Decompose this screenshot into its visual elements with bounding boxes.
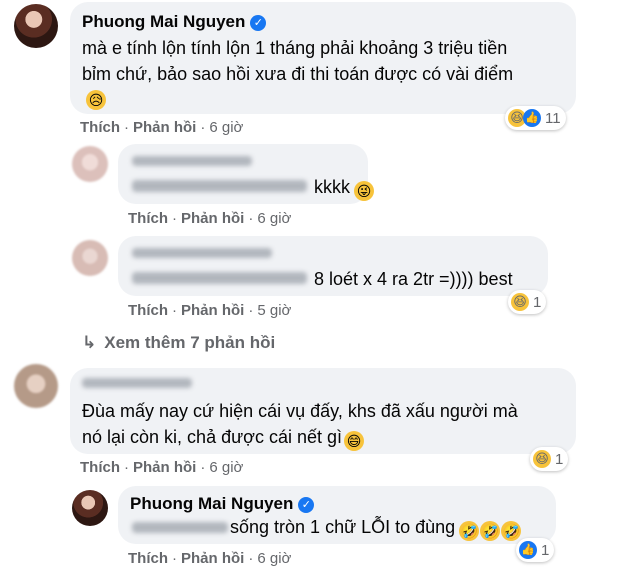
reaction-summary[interactable]: 😆 1 bbox=[508, 290, 547, 314]
comment-actions: Thích · Phản hồi · 6 giờ bbox=[80, 119, 244, 136]
comment-text-content: kkkk bbox=[314, 177, 350, 197]
rofl-emoji-icon: 🤣 bbox=[459, 521, 480, 541]
avatar[interactable] bbox=[14, 4, 58, 48]
comment-actions: Thích · Phản hồi · 6 giờ bbox=[128, 550, 292, 567]
like-action[interactable]: Thích bbox=[128, 550, 168, 567]
reply-action[interactable]: Phản hồi bbox=[181, 550, 244, 567]
rofl-emoji-icon: 🤣 bbox=[480, 521, 501, 541]
blurred-mention bbox=[132, 272, 307, 284]
like-icon: 👍 bbox=[523, 109, 541, 127]
reaction-count: 11 bbox=[545, 109, 561, 127]
author-name[interactable]: Phuong Mai Nguyen bbox=[82, 12, 245, 31]
reaction-count: 1 bbox=[555, 450, 564, 468]
comment-text-content: nó lại còn ki, chả được cái nết gì bbox=[82, 427, 342, 447]
blurred-mention bbox=[132, 522, 228, 533]
comment-text-content: sống tròn 1 chữ LỖI to đùng bbox=[230, 517, 456, 537]
comment-author[interactable]: Phuong Mai Nguyen ✓ bbox=[82, 12, 267, 32]
comment-author[interactable]: Phuong Mai Nguyen ✓ bbox=[130, 494, 315, 514]
view-more-label[interactable]: Xem thêm 7 phản hồi bbox=[104, 333, 275, 352]
reaction-count: 1 bbox=[533, 293, 542, 311]
like-action[interactable]: Thích bbox=[128, 210, 168, 227]
timestamp[interactable]: 6 giờ bbox=[257, 550, 291, 567]
avatar[interactable] bbox=[72, 240, 108, 276]
author-name[interactable]: Phuong Mai Nguyen bbox=[130, 494, 293, 513]
comment-actions: Thích · Phản hồi · 6 giờ bbox=[80, 459, 244, 476]
reply-action[interactable]: Phản hồi bbox=[133, 119, 196, 136]
blurred-author-name bbox=[132, 248, 272, 258]
avatar[interactable] bbox=[72, 146, 108, 182]
reaction-summary[interactable]: 😆 👍 11 bbox=[505, 106, 566, 130]
comment-text-line: bỉm chứ, bảo sao hồi xưa đi thi toán đượ… bbox=[82, 64, 514, 84]
comment-text: kkkk 😜 bbox=[314, 175, 374, 201]
rofl-emoji-icon: 🤣 bbox=[501, 521, 522, 541]
verified-badge-icon: ✓ bbox=[298, 497, 315, 513]
comment-text: 8 loét x 4 ra 2tr =)))) best bbox=[314, 269, 513, 289]
like-action[interactable]: Thích bbox=[128, 302, 168, 319]
like-action[interactable]: Thích bbox=[80, 119, 120, 136]
haha-icon: 😆 bbox=[533, 450, 551, 468]
comment-actions: Thích · Phản hồi · 5 giờ bbox=[128, 302, 292, 319]
comment-text-line: nó lại còn ki, chả được cái nết gì 😄 bbox=[82, 425, 364, 451]
timestamp[interactable]: 5 giờ bbox=[257, 302, 291, 319]
avatar[interactable] bbox=[14, 364, 58, 408]
tongue-emoji-icon: 😜 bbox=[354, 181, 374, 201]
avatar[interactable] bbox=[72, 490, 108, 526]
blurred-author-name bbox=[132, 156, 252, 166]
comment-text: sống tròn 1 chữ LỖI to đùng 🤣 🤣 🤣 bbox=[230, 515, 522, 541]
sad-emoji-icon: 😥 bbox=[86, 90, 106, 110]
comment-actions: Thích · Phản hồi · 6 giờ bbox=[128, 210, 292, 227]
reaction-summary[interactable]: 👍 1 bbox=[516, 538, 555, 562]
blurred-mention bbox=[132, 180, 307, 192]
timestamp[interactable]: 6 giờ bbox=[257, 210, 291, 227]
timestamp[interactable]: 6 giờ bbox=[209, 119, 243, 136]
comment-text-line: Đùa mấy nay cứ hiện cái vụ đấy, khs đã x… bbox=[82, 401, 518, 421]
reply-arrow-icon: ↳ bbox=[82, 333, 97, 352]
reply-action[interactable]: Phản hồi bbox=[181, 210, 244, 227]
verified-badge-icon: ✓ bbox=[250, 15, 267, 31]
view-more-replies[interactable]: ↳ Xem thêm 7 phản hồi bbox=[82, 333, 275, 353]
reply-action[interactable]: Phản hồi bbox=[133, 459, 196, 476]
like-icon: 👍 bbox=[519, 541, 537, 559]
comment-text-line: mà e tính lộn tính lộn 1 tháng phải khoả… bbox=[82, 38, 508, 58]
reply-action[interactable]: Phản hồi bbox=[181, 302, 244, 319]
like-action[interactable]: Thích bbox=[80, 459, 120, 476]
reaction-summary[interactable]: 😆 1 bbox=[530, 447, 569, 471]
grin-emoji-icon: 😄 bbox=[344, 431, 364, 451]
timestamp[interactable]: 6 giờ bbox=[209, 459, 243, 476]
haha-icon: 😆 bbox=[511, 293, 529, 311]
blurred-author-name bbox=[82, 378, 192, 388]
reaction-count: 1 bbox=[541, 541, 550, 559]
